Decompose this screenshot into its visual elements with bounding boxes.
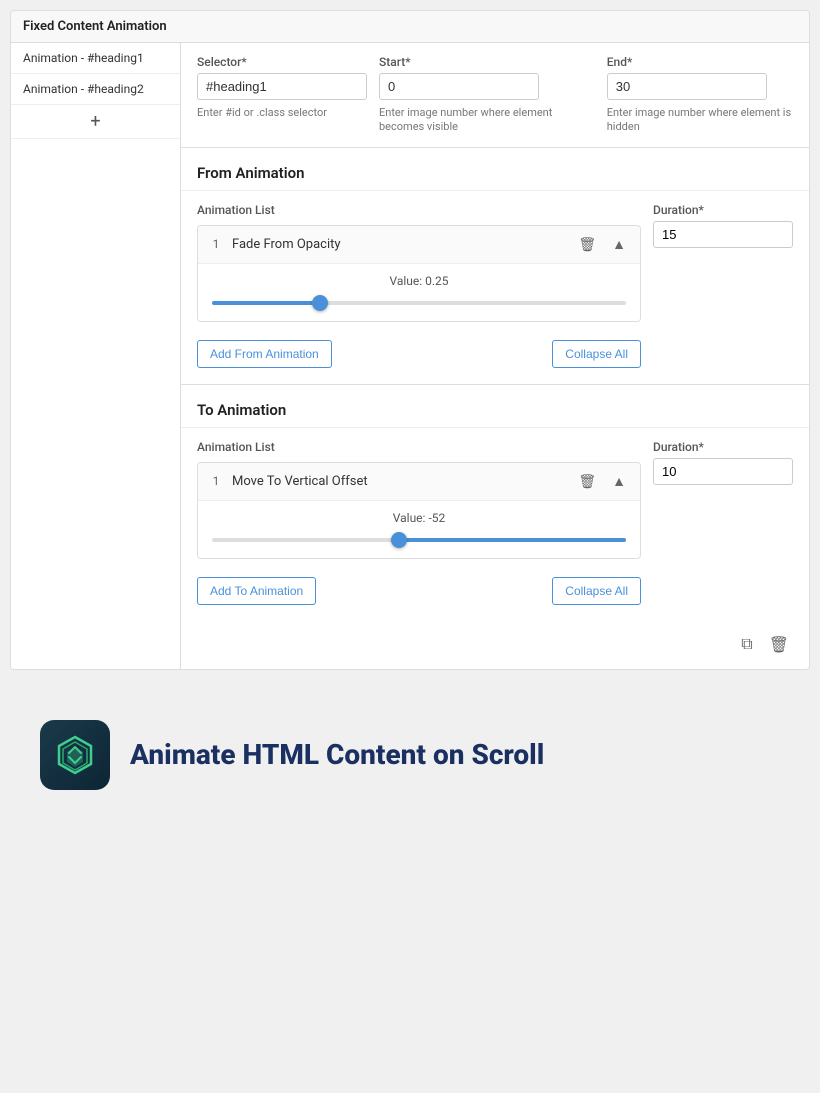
to-animation-title: To Animation	[197, 401, 286, 419]
layout-wrapper: Animation - #heading1 Animation - #headi…	[11, 43, 809, 669]
sidebar-add-icon: +	[90, 111, 100, 132]
copy-button[interactable]: ⧉	[737, 631, 756, 659]
copy-icon: ⧉	[741, 636, 752, 653]
from-duration-input[interactable]	[653, 221, 793, 248]
to-duration-label: Duration*	[653, 440, 793, 454]
bottom-icons-row: ⧉ 🗑	[181, 621, 809, 669]
add-from-animation-label: Add From Animation	[210, 347, 319, 361]
to-anim-delete-btn[interactable]: 🗑	[574, 471, 600, 492]
sidebar-item-label-1: Animation - #heading1	[23, 51, 144, 65]
start-input[interactable]	[379, 73, 539, 100]
selector-input[interactable]	[197, 73, 367, 100]
to-value-label: Value: -52	[212, 511, 626, 525]
end-label: End*	[607, 55, 793, 69]
content-area: Selector* Enter #id or .class selector S…	[181, 43, 809, 669]
start-hint: Enter image number where element becomes…	[379, 106, 595, 135]
to-slider-row: Value: -52	[198, 501, 640, 558]
from-animation-section: Animation List 1 Fade From Opacity 🗑	[181, 191, 809, 384]
from-collapse-all-button[interactable]: Collapse All	[552, 340, 641, 368]
card-header: Fixed Content Animation	[11, 11, 809, 43]
from-anim-list-col: Animation List 1 Fade From Opacity 🗑	[197, 203, 641, 372]
selector-label: Selector*	[197, 55, 367, 69]
to-anim-item-row: 1 Move To Vertical Offset 🗑 ▲	[198, 463, 640, 501]
from-value-number: 0.25	[425, 274, 448, 288]
from-anim-up-btn[interactable]: ▲	[608, 234, 630, 254]
from-slider[interactable]	[212, 301, 626, 305]
to-anim-buttons-row: Add To Animation Collapse All	[197, 569, 641, 609]
card-title: Fixed Content Animation	[23, 19, 167, 34]
start-label: Start*	[379, 55, 595, 69]
end-hint: Enter image number where element is hidd…	[607, 106, 793, 135]
from-anim-delete-btn[interactable]: 🗑	[574, 234, 600, 255]
from-anim-block: 1 Fade From Opacity 🗑 ▲	[197, 225, 641, 322]
from-anim-list-label: Animation List	[197, 203, 641, 217]
start-field-group: Start* Enter image number where element …	[379, 55, 595, 135]
sidebar-item-heading1[interactable]: Animation - #heading1	[11, 43, 180, 74]
to-animation-section: Animation List 1 Move To Vertical Offset…	[181, 428, 809, 621]
to-duration-input[interactable]	[653, 458, 793, 485]
from-anim-number: 1	[208, 237, 224, 251]
selector-hint: Enter #id or .class selector	[197, 106, 367, 120]
from-animation-title: From Animation	[197, 164, 305, 182]
from-anim-buttons-row: Add From Animation Collapse All	[197, 332, 641, 372]
to-value-label-text: Value:	[393, 511, 426, 525]
from-anim-duration-row: Animation List 1 Fade From Opacity 🗑	[197, 203, 793, 372]
sidebar-item-label-2: Animation - #heading2	[23, 82, 144, 96]
arrow-up-icon: ▲	[612, 473, 626, 489]
from-value-label: Value: 0.25	[212, 274, 626, 288]
from-animation-header: From Animation	[181, 148, 809, 191]
main-card: Fixed Content Animation Animation - #hea…	[10, 10, 810, 670]
end-field-group: End* Enter image number where element is…	[607, 55, 793, 135]
from-anim-name: Fade From Opacity	[232, 237, 566, 252]
branding-area: Animate HTML Content on Scroll	[10, 690, 810, 820]
brand-title: Animate HTML Content on Scroll	[130, 738, 544, 771]
sidebar-item-heading2[interactable]: Animation - #heading2	[11, 74, 180, 105]
arrow-up-icon: ▲	[612, 236, 626, 252]
to-collapse-all-button[interactable]: Collapse All	[552, 577, 641, 605]
trash-icon: 🗑	[769, 637, 789, 654]
from-collapse-all-label: Collapse All	[565, 347, 628, 361]
sidebar: Animation - #heading1 Animation - #headi…	[11, 43, 181, 669]
from-anim-item-row: 1 Fade From Opacity 🗑 ▲	[198, 226, 640, 264]
to-slider[interactable]	[212, 538, 626, 542]
sidebar-add-button[interactable]: +	[11, 105, 180, 139]
from-duration-label: Duration*	[653, 203, 793, 217]
to-anim-up-btn[interactable]: ▲	[608, 471, 630, 491]
to-anim-list-label: Animation List	[197, 440, 641, 454]
add-to-animation-label: Add To Animation	[210, 584, 303, 598]
to-anim-list-col: Animation List 1 Move To Vertical Offset…	[197, 440, 641, 609]
to-collapse-all-label: Collapse All	[565, 584, 628, 598]
trash-icon: 🗑	[578, 473, 596, 489]
selector-field-group: Selector* Enter #id or .class selector	[197, 55, 367, 120]
to-anim-name: Move To Vertical Offset	[232, 474, 566, 489]
to-animation-header: To Animation	[181, 385, 809, 428]
delete-button[interactable]: 🗑	[765, 631, 793, 659]
fields-row: Selector* Enter #id or .class selector S…	[181, 43, 809, 148]
trash-icon: 🗑	[578, 236, 596, 252]
to-duration-col: Duration*	[653, 440, 793, 485]
from-value-label-text: Value:	[389, 274, 422, 288]
brand-logo-svg	[53, 733, 97, 777]
from-duration-col: Duration*	[653, 203, 793, 248]
to-anim-number: 1	[208, 474, 224, 488]
end-input[interactable]	[607, 73, 767, 100]
add-from-animation-button[interactable]: Add From Animation	[197, 340, 332, 368]
brand-logo	[40, 720, 110, 790]
to-anim-block: 1 Move To Vertical Offset 🗑 ▲	[197, 462, 641, 559]
main-container: Fixed Content Animation Animation - #hea…	[0, 0, 820, 830]
to-value-number: -52	[428, 511, 445, 525]
to-anim-duration-row: Animation List 1 Move To Vertical Offset…	[197, 440, 793, 609]
add-to-animation-button[interactable]: Add To Animation	[197, 577, 316, 605]
from-slider-row: Value: 0.25	[198, 264, 640, 321]
